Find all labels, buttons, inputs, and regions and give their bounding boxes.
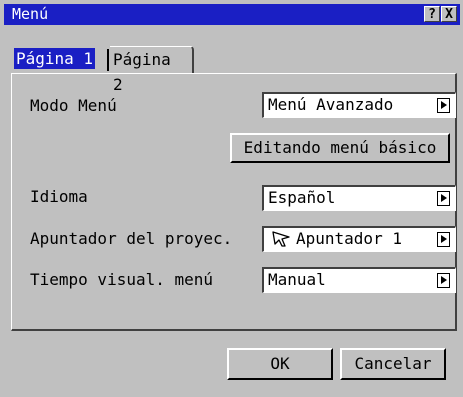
settings-panel: Modo Menú Menú Avanzado Editando menú bá… — [11, 73, 457, 331]
menu-mode-label: Modo Menú — [30, 96, 117, 115]
language-label: Idioma — [30, 187, 88, 206]
window-title: Menú — [12, 5, 49, 23]
menu-display-time-value: Manual — [268, 270, 326, 289]
language-select[interactable]: Español — [262, 185, 456, 211]
dropdown-arrow-icon[interactable] — [437, 191, 450, 206]
pointer-arrow-icon — [272, 231, 290, 247]
title-bar: Menú ? X — [4, 4, 460, 25]
tab-divider — [107, 49, 109, 71]
menu-display-time-select[interactable]: Manual — [262, 267, 456, 293]
tab-label: Página 1 — [14, 48, 96, 69]
projector-pointer-value: Apuntador 1 — [296, 229, 402, 248]
menu-display-time-label: Tiempo visual. menú — [30, 270, 214, 289]
language-value: Español — [268, 188, 336, 207]
edit-basic-menu-button[interactable]: Editando menú básico — [230, 133, 450, 163]
projector-pointer-select[interactable]: Apuntador 1 — [262, 226, 456, 252]
menu-mode-value: Menú Avanzado — [268, 95, 394, 114]
projector-pointer-label: Apuntador del proyec. — [30, 229, 233, 248]
dropdown-arrow-icon[interactable] — [437, 98, 450, 113]
close-icon[interactable]: X — [441, 6, 457, 22]
ok-button[interactable]: OK — [227, 348, 333, 380]
menu-dialog: Menú ? X Página 1 Página 2 Modo Menú Men… — [0, 0, 463, 397]
menu-mode-select[interactable]: Menú Avanzado — [262, 92, 456, 118]
cancel-button[interactable]: Cancelar — [340, 348, 446, 380]
dropdown-arrow-icon[interactable] — [437, 273, 450, 288]
help-icon[interactable]: ? — [424, 6, 440, 22]
dropdown-arrow-icon[interactable] — [437, 232, 450, 247]
tab-pagina-2[interactable]: Página 2 — [110, 46, 194, 94]
tab-pagina-1[interactable]: Página 1 — [11, 46, 109, 73]
